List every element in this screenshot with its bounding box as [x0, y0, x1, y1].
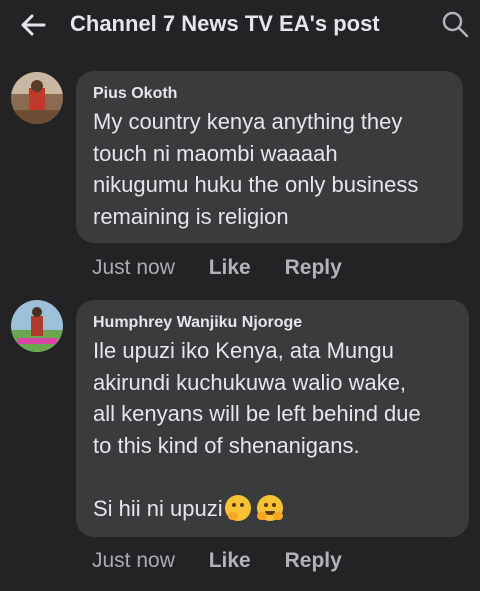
search-button[interactable] [440, 9, 470, 39]
search-icon [442, 11, 469, 38]
comment-timestamp: Just now [92, 256, 175, 279]
comment-bubble: Pius Okoth My country kenya anything the… [76, 71, 463, 243]
like-button[interactable]: Like [209, 549, 251, 572]
comment-line: Ile upuzi iko Kenya, ata Mungu [93, 338, 394, 363]
avatar-photo [11, 300, 63, 352]
comment-line: all kenyans will be left behind due [93, 401, 421, 426]
comment-bubble: Humphrey Wanjiku Njoroge Ile upuzi iko K… [76, 300, 469, 537]
avatar-photo [11, 72, 63, 124]
comment-author[interactable]: Humphrey Wanjiku Njoroge [93, 313, 453, 333]
like-button[interactable]: Like [209, 256, 251, 279]
comment-author[interactable]: Pius Okoth [93, 84, 447, 104]
avatar[interactable] [11, 300, 63, 352]
reply-button[interactable]: Reply [285, 549, 342, 572]
hugging-face-icon [256, 494, 283, 521]
arrow-left-icon [21, 14, 46, 36]
comment-line: Si hii ni upuzi [93, 493, 453, 525]
page-title: Channel 7 News TV EA's post [70, 11, 380, 36]
back-button[interactable] [18, 10, 48, 40]
comment-text: Ile upuzi iko Kenya, ata Mungu akirundi … [93, 335, 453, 524]
comment-line: remaining is religion [93, 203, 289, 229]
top-app-bar: Channel 7 News TV EA's post [0, 0, 480, 50]
thinking-face-icon [224, 494, 251, 521]
comment-actions: Just now Like Reply [92, 549, 370, 573]
comment-text: My country kenya anything they touch ni … [93, 106, 447, 232]
comment-line: to this kind of shenanigans. [93, 432, 360, 458]
comment-timestamp: Just now [92, 549, 175, 572]
comment-line: My country kenya anything they [93, 109, 403, 134]
reply-button[interactable]: Reply [285, 256, 342, 279]
avatar[interactable] [11, 72, 63, 124]
comment-line: touch ni maombi waaaah [93, 140, 338, 166]
comment-line-text: Si hii ni upuzi [93, 495, 223, 521]
comment-line: nikugumu huku the only business [93, 172, 419, 197]
comment-line: akirundi kuchukuwa walio wake, [93, 369, 407, 395]
comment-actions: Just now Like Reply [92, 256, 370, 280]
